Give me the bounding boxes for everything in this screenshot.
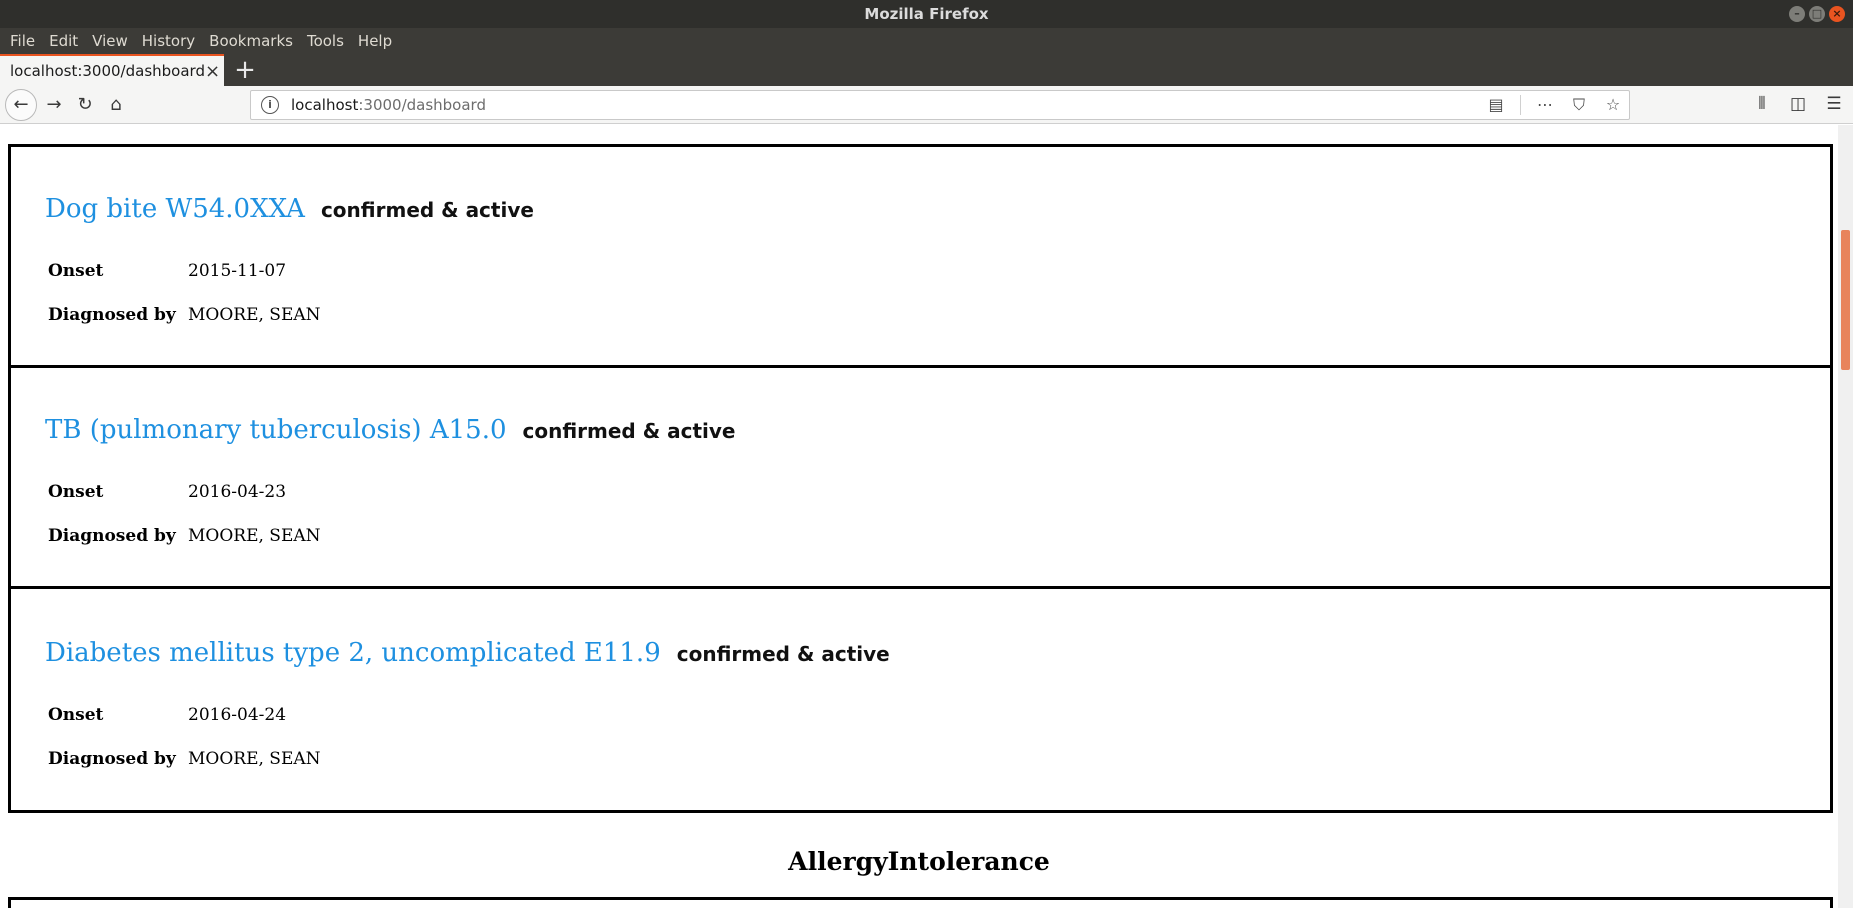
navigation-toolbar: ← → ↻ ⌂ i localhost:3000/dashboard ▤ ⋯ ⛉… — [0, 86, 1853, 124]
condition-status: confirmed & active — [320, 198, 534, 222]
site-info-icon[interactable]: i — [261, 96, 279, 114]
url-path: :3000/dashboard — [358, 96, 486, 114]
bookmark-star-icon[interactable]: ☆ — [1603, 94, 1623, 116]
condition-title-link[interactable]: Diabetes mellitus type 2, uncomplicated … — [45, 638, 661, 668]
section-heading-allergy: AllergyIntolerance — [788, 847, 1050, 876]
sidebar-icon[interactable]: ◫ — [1787, 92, 1809, 116]
menu-help[interactable]: Help — [354, 28, 402, 54]
tab-title: localhost:3000/dashboard — [10, 62, 205, 80]
minimize-icon[interactable]: – — [1789, 6, 1805, 22]
library-icon[interactable]: ⫴ — [1751, 92, 1773, 116]
diagnosed-by-label: Diagnosed by — [48, 749, 176, 769]
condition-header: TB (pulmonary tuberculosis) A15.0 confir… — [45, 415, 735, 445]
condition-status: confirmed & active — [522, 419, 736, 443]
condition-card: TB (pulmonary tuberculosis) A15.0 confir… — [8, 365, 1833, 589]
window-titlebar: Mozilla Firefox – □ × — [0, 0, 1853, 28]
condition-title-link[interactable]: Dog bite W54.0XXA — [45, 194, 305, 224]
menu-history[interactable]: History — [138, 28, 205, 54]
condition-status: confirmed & active — [676, 642, 890, 666]
onset-value: 2015-11-07 — [188, 261, 287, 281]
tab-strip: localhost:3000/dashboard × + — [0, 54, 1853, 86]
url-bar-actions: ▤ ⋯ ⛉ ☆ — [1486, 94, 1623, 116]
new-tab-icon[interactable]: + — [230, 56, 260, 84]
back-arrow-icon[interactable]: ← — [5, 89, 37, 121]
close-window-icon[interactable]: × — [1829, 6, 1845, 22]
condition-card: Dog bite W54.0XXA confirmed & active Ons… — [8, 144, 1833, 368]
condition-card: Diabetes mellitus type 2, uncomplicated … — [8, 586, 1833, 813]
menu-view[interactable]: View — [88, 28, 138, 54]
onset-label: Onset — [48, 482, 104, 502]
menu-file[interactable]: File — [6, 28, 45, 54]
tab-close-icon[interactable]: × — [205, 61, 220, 82]
onset-value: 2016-04-24 — [188, 705, 287, 725]
onset-value: 2016-04-23 — [188, 482, 287, 502]
condition-header: Diabetes mellitus type 2, uncomplicated … — [45, 638, 890, 668]
diagnosed-by-value: MOORE, SEAN — [188, 749, 321, 769]
page-content: Dog bite W54.0XXA confirmed & active Ons… — [0, 125, 1838, 908]
maximize-icon[interactable]: □ — [1809, 6, 1825, 22]
diagnosed-by-value: MOORE, SEAN — [188, 305, 321, 325]
hamburger-menu-icon[interactable]: ☰ — [1823, 92, 1845, 116]
page-actions-icon[interactable]: ⋯ — [1535, 94, 1555, 116]
home-icon[interactable]: ⌂ — [102, 91, 130, 119]
toolbar-right: ⫴ ◫ ☰ — [1751, 92, 1845, 116]
window-controls: – □ × — [1789, 6, 1845, 22]
onset-label: Onset — [48, 705, 104, 725]
reader-view-icon[interactable]: ▤ — [1486, 94, 1506, 116]
condition-header: Dog bite W54.0XXA confirmed & active — [45, 194, 534, 224]
menu-edit[interactable]: Edit — [45, 28, 88, 54]
onset-label: Onset — [48, 261, 104, 281]
url-separator — [1520, 95, 1521, 115]
allergy-card — [8, 897, 1833, 908]
pocket-icon[interactable]: ⛉ — [1569, 94, 1589, 116]
tab-dashboard[interactable]: localhost:3000/dashboard × — [0, 54, 224, 86]
forward-arrow-icon[interactable]: → — [40, 91, 68, 119]
menu-tools[interactable]: Tools — [303, 28, 354, 54]
scrollbar-thumb[interactable] — [1841, 230, 1850, 370]
menu-bookmarks[interactable]: Bookmarks — [205, 28, 303, 54]
window-title: Mozilla Firefox — [864, 5, 989, 23]
condition-title-link[interactable]: TB (pulmonary tuberculosis) A15.0 — [45, 415, 507, 445]
diagnosed-by-value: MOORE, SEAN — [188, 526, 321, 546]
diagnosed-by-label: Diagnosed by — [48, 526, 176, 546]
url-bar[interactable]: i localhost:3000/dashboard ▤ ⋯ ⛉ ☆ — [250, 90, 1630, 120]
diagnosed-by-label: Diagnosed by — [48, 305, 176, 325]
menu-bar: File Edit View History Bookmarks Tools H… — [0, 28, 1853, 54]
reload-icon[interactable]: ↻ — [71, 91, 99, 119]
url-host: localhost — [291, 96, 359, 114]
